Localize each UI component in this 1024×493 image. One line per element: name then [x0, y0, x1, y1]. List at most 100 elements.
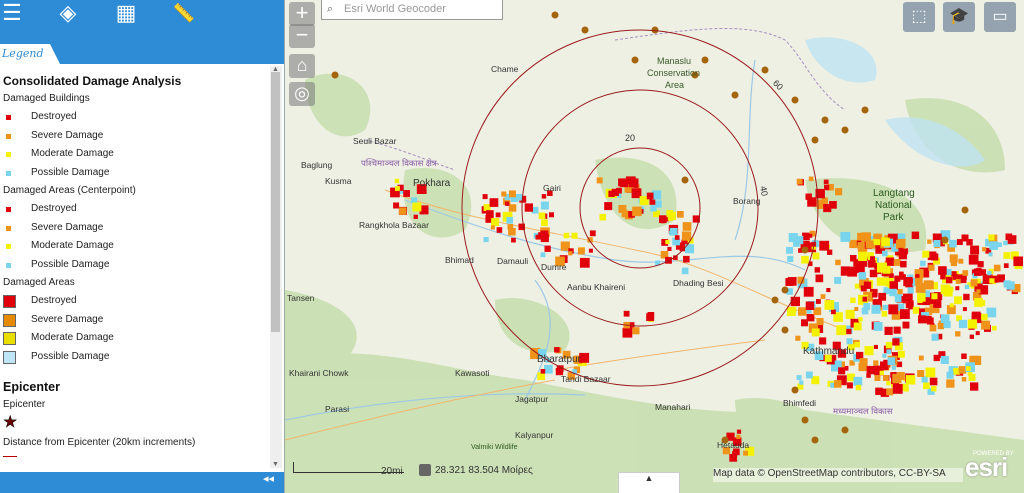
damage-point — [568, 251, 573, 256]
damage-point — [647, 312, 655, 319]
damage-point — [992, 325, 997, 331]
damage-point — [834, 360, 842, 368]
scrollbar-thumb[interactable] — [271, 72, 280, 332]
damage-point — [970, 382, 979, 391]
cyan-square-icon — [6, 170, 11, 176]
tab-legend[interactable]: Legend — [0, 44, 60, 64]
place-label: Valmiki Wildlife — [471, 444, 518, 451]
distance-line-symbol — [3, 456, 17, 457]
damage-point — [496, 227, 503, 233]
place-label: Dhading Besi — [673, 278, 724, 288]
damage-point — [823, 204, 832, 213]
damage-point — [882, 250, 888, 257]
side-panel: ☰ ◈ ▦ 📏 Legend Consolidated Damage Analy… — [0, 0, 285, 493]
damage-point — [933, 354, 940, 362]
landslide-point — [581, 26, 589, 34]
layers-icon[interactable]: ◈ — [48, 0, 88, 28]
damage-point — [927, 239, 932, 244]
damage-point — [854, 307, 859, 311]
damage-point — [857, 242, 865, 250]
panel-footer: ◂◂ — [0, 472, 284, 493]
red-square-icon — [6, 207, 11, 212]
landslide-point — [551, 11, 559, 19]
legend-item: Possible Damage — [0, 348, 270, 367]
legend-item-label: Moderate Damage — [31, 148, 114, 159]
damage-point — [544, 245, 551, 252]
expand-panel-button[interactable]: ▲ — [618, 472, 680, 493]
damage-point — [811, 328, 820, 337]
measure-ruler-icon[interactable]: 📏 — [164, 0, 204, 28]
legend-item: Destroyed — [0, 200, 270, 219]
damage-point — [929, 324, 937, 332]
damage-point — [966, 366, 971, 371]
damage-point — [975, 331, 980, 336]
legend-scrollbar[interactable]: ▲ ▼ — [270, 66, 282, 468]
damage-point — [858, 272, 867, 280]
legend-item: Severe Damage — [0, 127, 270, 146]
yellow-square-icon — [6, 152, 11, 157]
damage-point — [864, 346, 874, 356]
damage-point — [897, 289, 903, 295]
damage-point — [667, 211, 677, 220]
damage-point — [632, 206, 642, 217]
damage-point — [669, 227, 678, 236]
place-label: Langtang — [873, 188, 915, 199]
damage-point — [1013, 256, 1023, 267]
damage-point — [892, 383, 903, 394]
landslide-point — [811, 436, 819, 444]
damage-point — [958, 319, 968, 329]
damage-point — [541, 219, 548, 227]
damage-point — [928, 264, 935, 271]
collapse-panel-icon[interactable]: ◂◂ — [263, 473, 274, 485]
damage-point — [395, 186, 400, 191]
landslide-point — [771, 296, 779, 304]
place-label: Conservation — [647, 68, 701, 78]
scroll-down-icon[interactable]: ▼ — [272, 461, 279, 468]
place-label: Khairani Chowk — [289, 368, 349, 378]
place-label: Kusma — [325, 176, 352, 186]
zoom-out-button[interactable]: − — [289, 24, 315, 48]
select-tool-icon[interactable]: ⬚ — [903, 2, 935, 32]
damage-point — [986, 307, 997, 318]
legend-item-label: Possible Damage — [31, 166, 110, 178]
damage-point — [858, 317, 863, 322]
list-icon[interactable]: ☰ — [0, 0, 32, 28]
map-view[interactable]: 20 40 60 Chame Manaslu Conservation Area… — [285, 0, 1024, 493]
legend-item-label: Destroyed — [31, 203, 77, 214]
damage-point — [604, 202, 613, 211]
damage-point — [506, 217, 513, 224]
education-cap-icon[interactable]: 🎓 — [943, 2, 975, 32]
damage-point — [961, 377, 967, 382]
search-input[interactable]: ⌕ Esri World Geocoder — [321, 0, 503, 20]
damage-point — [987, 270, 992, 276]
folder-icon[interactable]: ▭ — [984, 2, 1016, 32]
home-button[interactable]: ⌂ — [289, 54, 315, 78]
basemap-grid-icon[interactable]: ▦ — [106, 0, 146, 28]
damage-point — [931, 386, 937, 392]
damage-point — [599, 213, 607, 221]
damage-point — [824, 300, 835, 310]
damage-point — [486, 210, 494, 218]
coordinates-icon[interactable] — [419, 464, 431, 476]
damage-point — [798, 307, 807, 316]
damage-point — [931, 253, 939, 261]
damage-point — [495, 212, 501, 218]
damage-point — [873, 344, 878, 349]
damage-point — [577, 247, 585, 255]
damage-point — [968, 254, 979, 265]
place-label: Pokhara — [413, 178, 451, 189]
damage-point — [541, 194, 547, 199]
damage-point — [891, 365, 896, 370]
coordinates-readout: 28.321 83.504 Μοίρες — [435, 465, 533, 476]
locate-button[interactable]: ◎ — [289, 82, 315, 106]
damage-point — [930, 299, 935, 304]
damage-point — [571, 232, 578, 239]
ring-label-20: 20 — [625, 133, 636, 143]
damage-point — [667, 246, 672, 251]
place-label: Area — [665, 80, 685, 90]
damage-point — [850, 255, 857, 262]
damage-point — [917, 293, 926, 302]
damage-point — [889, 288, 897, 297]
damage-point — [862, 297, 867, 302]
damage-point — [554, 347, 560, 353]
